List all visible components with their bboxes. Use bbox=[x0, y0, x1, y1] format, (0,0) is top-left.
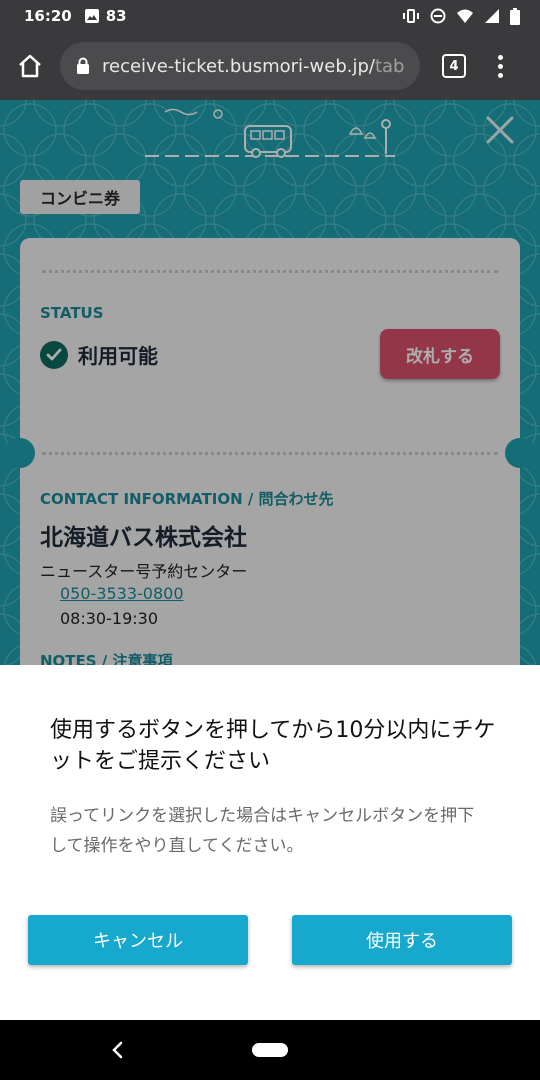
confirm-dialog: 使用するボタンを押してから10分以内にチケットをご提示ください 誤ってリンクを選… bbox=[0, 665, 540, 1020]
tab-switcher-button[interactable]: 4 bbox=[442, 54, 466, 78]
dialog-description: 誤ってリンクを選択した場合はキャンセルボタンを押下して操作をやり直してください。 bbox=[50, 806, 475, 856]
back-icon[interactable] bbox=[110, 1040, 124, 1060]
browser-toolbar: receive-ticket.busmori-web.jp/tab 4 bbox=[0, 32, 540, 100]
system-icons bbox=[402, 7, 520, 25]
dialog-title: 使用するボタンを押してから10分以内にチケットをご提示ください bbox=[50, 718, 496, 774]
clock: 16:20 bbox=[24, 7, 72, 25]
image-icon bbox=[84, 9, 99, 23]
browser-menu-button[interactable] bbox=[498, 54, 503, 78]
system-nav-bar bbox=[0, 1020, 540, 1080]
dnd-icon bbox=[430, 8, 446, 24]
status-bar: 16:20 83 bbox=[0, 0, 540, 32]
signal-icon bbox=[485, 9, 499, 23]
lock-icon bbox=[77, 57, 89, 74]
use-button[interactable]: 使用する bbox=[292, 915, 512, 965]
url-text: receive-ticket.busmori-web.jp/tab bbox=[102, 55, 405, 77]
modal-scrim[interactable] bbox=[0, 100, 540, 665]
home-icon bbox=[19, 54, 41, 78]
battery-icon bbox=[510, 7, 520, 25]
notification-area: 83 bbox=[84, 7, 127, 25]
home-pill[interactable] bbox=[252, 1043, 288, 1057]
vibrate-icon bbox=[403, 9, 419, 23]
home-button[interactable] bbox=[0, 32, 60, 100]
url-bar[interactable]: receive-ticket.busmori-web.jp/tab bbox=[60, 42, 420, 90]
wifi-icon bbox=[457, 9, 473, 23]
cancel-button[interactable]: キャンセル bbox=[28, 915, 248, 965]
page-content: コンビニ券 STATUS 利用可能 改札する CONTACT INFORMATI… bbox=[0, 100, 540, 1020]
notification-count: 83 bbox=[105, 7, 127, 25]
